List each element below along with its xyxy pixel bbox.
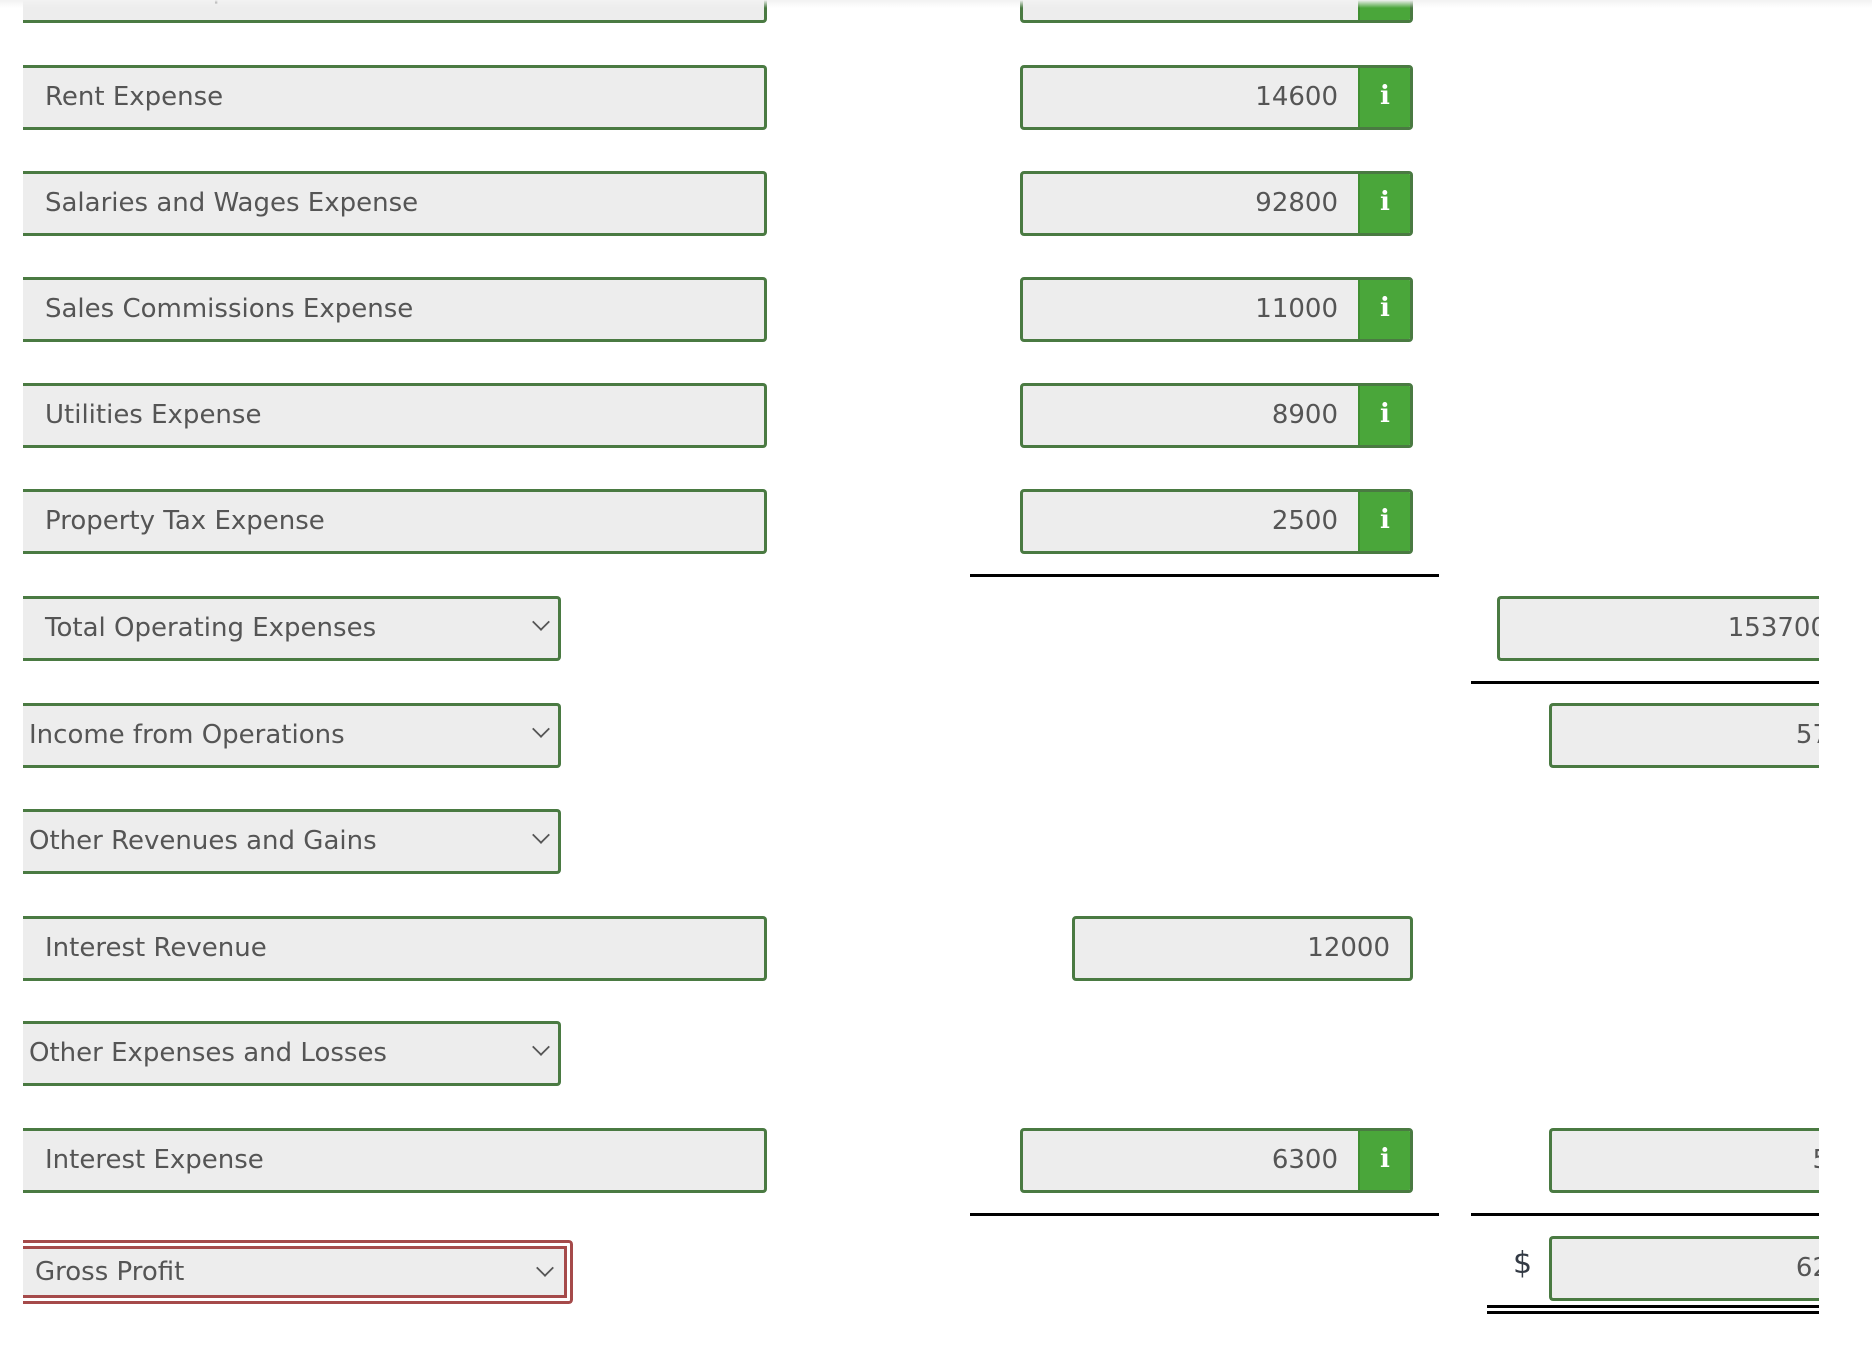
top-shadow [0,0,1872,8]
amount-field[interactable]: 8900 i [1020,383,1413,448]
info-icon[interactable]: i [1358,1131,1410,1190]
info-icon[interactable]: i [1358,492,1410,551]
amount-value: 92800 [1255,188,1338,218]
chevron-down-icon [532,613,550,631]
dropdown-value: Total Operating Expenses [45,613,377,643]
currency-symbol: $ [1513,1246,1533,1281]
dropdown-value: Gross Profit [35,1257,185,1287]
line-item-dropdown[interactable]: Total Operating Expenses [23,596,561,661]
account-name-field[interactable]: Property Tax Expense [23,489,767,554]
dropdown-body: Gross Profit [23,1246,567,1298]
chevron-down-icon [536,1259,554,1277]
amount-field[interactable]: 2500 i [1020,489,1413,554]
account-name-field[interactable]: Interest Revenue [23,916,767,981]
account-name-field[interactable]: Sales Commissions Expense [23,277,767,342]
info-icon[interactable]: i [1358,386,1410,445]
chevron-down-icon [532,720,550,738]
total-rule [1471,1213,1819,1216]
subtotal-rule [970,574,1439,577]
line-item-dropdown[interactable]: Other Expenses and Losses [23,1021,561,1086]
amount-field[interactable]: 11000 i [1020,277,1413,342]
amount-value: 8900 [1271,400,1338,430]
double-underline [1487,1305,1819,1314]
account-name-field[interactable]: Interest Expense [23,1128,767,1193]
dropdown-value: Income from Operations [29,720,345,750]
income-statement-form: Insurance Expense 7000 i Rent Expense 14… [0,0,1819,1360]
amount-field[interactable]: 92800 i [1020,171,1413,236]
amount-field[interactable]: 14600 i [1020,65,1413,130]
total-field[interactable]: 5 [1549,1128,1819,1193]
amount-value: 14600 [1255,82,1338,112]
dropdown-value: Other Revenues and Gains [29,826,377,856]
line-item-dropdown-error[interactable]: Gross Profit [23,1240,573,1304]
info-icon[interactable]: i [1358,68,1410,127]
total-field[interactable]: 57 [1549,703,1819,768]
info-icon[interactable]: i [1358,174,1410,233]
chevron-down-icon [532,826,550,844]
amount-value: 6300 [1271,1145,1338,1175]
account-name-field[interactable]: Rent Expense [23,65,767,130]
amount-field[interactable]: 12000 [1072,916,1413,981]
chevron-down-icon [532,1038,550,1056]
amount-value: 11000 [1255,294,1338,324]
total-field[interactable]: 62 [1549,1236,1819,1301]
dropdown-value: Other Expenses and Losses [29,1038,387,1068]
info-icon[interactable]: i [1358,280,1410,339]
account-name-field[interactable]: Salaries and Wages Expense [23,171,767,236]
amount-field[interactable]: 6300 i [1020,1128,1413,1193]
account-name-field[interactable]: Utilities Expense [23,383,767,448]
amount-value: 2500 [1271,506,1338,536]
line-item-dropdown[interactable]: Other Revenues and Gains [23,809,561,874]
subtotal-rule [970,1213,1439,1216]
total-field[interactable]: 153700 [1497,596,1819,661]
line-item-dropdown[interactable]: Income from Operations [23,703,561,768]
total-rule [1471,681,1819,684]
